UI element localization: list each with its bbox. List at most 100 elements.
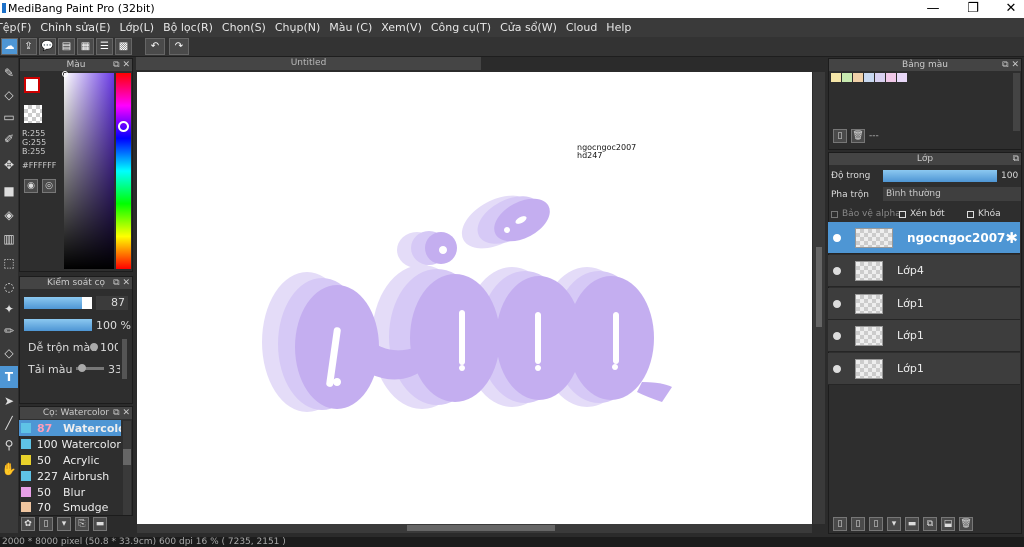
- palette-add-icon[interactable]: ◎: [42, 179, 56, 193]
- hand-tool-icon[interactable]: ✋: [0, 458, 18, 480]
- move-tool-icon[interactable]: ✥: [0, 154, 18, 176]
- magic-wand-icon[interactable]: ✦: [0, 298, 18, 320]
- grid-icon[interactable]: ▩: [115, 38, 132, 55]
- visibility-eye-icon[interactable]: [833, 364, 841, 373]
- foreground-color-swatch[interactable]: [24, 77, 40, 93]
- menu-tools[interactable]: Công cụ(T): [431, 21, 491, 34]
- palette-icon[interactable]: ◉: [24, 179, 38, 193]
- new-layer-icon[interactable]: ▯: [833, 517, 847, 531]
- menu-file[interactable]: Tệp(F): [0, 21, 31, 34]
- lock-checkbox[interactable]: [967, 210, 974, 218]
- mix-slider-handle[interactable]: [90, 343, 98, 351]
- delete-layer-icon[interactable]: 🗑: [959, 517, 973, 531]
- menu-edit[interactable]: Chỉnh sửa(E): [40, 21, 110, 34]
- new-brush-icon[interactable]: ▯: [39, 517, 53, 531]
- palette-swatch[interactable]: [897, 73, 907, 82]
- palette-scrollbar[interactable]: [1013, 73, 1020, 131]
- rectangle-tool-icon[interactable]: ▭: [0, 106, 18, 128]
- palette-swatch[interactable]: [864, 73, 874, 82]
- panel-list-icon[interactable]: ☰: [96, 38, 113, 55]
- fill-rect-tool-icon[interactable]: ■: [0, 180, 18, 202]
- brush-size-handle[interactable]: [82, 297, 92, 309]
- palette-swatch[interactable]: [853, 73, 863, 82]
- panel-close-icon[interactable]: ⧉ ✕: [113, 277, 130, 289]
- hue-slider-handle[interactable]: [118, 121, 129, 132]
- panel-close-icon[interactable]: ⧉: [1013, 153, 1019, 165]
- brush-item-smudge[interactable]: 70 Smudge: [19, 500, 121, 514]
- palette-swatch[interactable]: [875, 73, 885, 82]
- eyedropper-icon[interactable]: ⚲: [0, 434, 18, 456]
- visibility-eye-icon[interactable]: [833, 233, 841, 242]
- palette-swatch[interactable]: [886, 73, 896, 82]
- text-tool-icon[interactable]: T: [0, 366, 18, 388]
- menu-window[interactable]: Cửa sổ(W): [500, 21, 557, 34]
- brush-size-value[interactable]: 87: [96, 296, 128, 310]
- brush-settings-icon[interactable]: ✿: [21, 517, 35, 531]
- menu-select[interactable]: Chọn(S): [222, 21, 266, 34]
- brush-item-blur[interactable]: 50 Blur: [19, 484, 121, 500]
- layer-row-lop1[interactable]: Lớp1: [828, 288, 1020, 320]
- brush-folder-icon[interactable]: ▬: [93, 517, 107, 531]
- page-icon[interactable]: ▦: [77, 38, 94, 55]
- visibility-eye-icon[interactable]: [833, 299, 841, 308]
- new-palette-icon[interactable]: ▯: [833, 129, 847, 143]
- operation-tool-icon[interactable]: ➤: [0, 390, 18, 412]
- brush-opacity-slider[interactable]: [24, 319, 92, 331]
- maximize-button[interactable]: ❐: [958, 0, 988, 18]
- brush-item-watercolor-2[interactable]: 100Watercolor (: [19, 436, 121, 452]
- menu-help[interactable]: Help: [606, 21, 631, 34]
- brush-control-scrollbar[interactable]: [122, 339, 127, 379]
- close-button[interactable]: ✕: [996, 0, 1024, 18]
- panel-close-icon[interactable]: ⧉ ✕: [1002, 59, 1019, 71]
- duplicate-layer-icon[interactable]: ⧉: [923, 517, 937, 531]
- canvas-vertical-scrollbar[interactable]: [813, 72, 825, 524]
- visibility-eye-icon[interactable]: [833, 266, 841, 275]
- brush-item-watercolor[interactable]: 87Watercolor: [19, 420, 121, 436]
- delete-palette-icon[interactable]: 🗑: [851, 129, 865, 143]
- undo-icon[interactable]: ↶: [145, 38, 165, 55]
- new-8bit-layer-icon[interactable]: ▯: [869, 517, 883, 531]
- canvas-horizontal-scrollbar[interactable]: [137, 524, 812, 533]
- layer-settings-gear-icon[interactable]: ✱: [1005, 229, 1018, 247]
- load-slider-handle[interactable]: [78, 364, 86, 372]
- menu-layer[interactable]: Lớp(L): [120, 21, 155, 34]
- panel-close-icon[interactable]: ⧉ ✕: [113, 407, 130, 419]
- comment-icon[interactable]: ▤: [58, 38, 75, 55]
- palette-swatch[interactable]: [831, 73, 841, 82]
- select-eraser-icon[interactable]: ◇: [0, 342, 18, 364]
- pen-tool-icon[interactable]: ✐: [0, 128, 18, 150]
- eraser-tool-icon[interactable]: ◇: [0, 84, 18, 106]
- protect-alpha-checkbox[interactable]: [831, 210, 838, 218]
- menu-cloud[interactable]: Cloud: [566, 21, 597, 34]
- layer-row-lop4[interactable]: Lớp4: [828, 255, 1020, 287]
- layer-row-lop1-3[interactable]: Lớp1: [828, 353, 1020, 385]
- menu-color[interactable]: Màu (C): [329, 21, 372, 34]
- transparent-color-swatch[interactable]: [24, 105, 42, 123]
- blend-mode-select[interactable]: Bình thường: [883, 187, 1021, 201]
- copy-brush-icon[interactable]: ⎘: [75, 517, 89, 531]
- layer-folder-icon[interactable]: ▬: [905, 517, 919, 531]
- speech-bubble-icon[interactable]: 💬: [39, 38, 56, 55]
- lasso-icon[interactable]: ◌: [0, 276, 18, 298]
- layer-opacity-slider[interactable]: [883, 170, 997, 182]
- add-layer-menu-icon[interactable]: ▾: [887, 517, 901, 531]
- palette-swatch[interactable]: [842, 73, 852, 82]
- clipping-checkbox[interactable]: [899, 210, 906, 218]
- new-halftone-layer-icon[interactable]: ▯: [851, 517, 865, 531]
- drawing-canvas[interactable]: ngocngoc2007 hd247: [137, 72, 812, 524]
- hue-slider[interactable]: [116, 73, 131, 269]
- menu-filter[interactable]: Bộ lọc(R): [163, 21, 213, 34]
- add-brush-icon[interactable]: ▾: [57, 517, 71, 531]
- layer-row-lop1-2[interactable]: Lớp1: [828, 320, 1020, 352]
- panel-close-icon[interactable]: ⧉ ✕: [113, 59, 130, 71]
- select-pen-icon[interactable]: ✏: [0, 320, 18, 342]
- divide-tool-icon[interactable]: ╱: [0, 412, 18, 434]
- brush-item-airbrush[interactable]: 227 Airbrush: [19, 468, 121, 484]
- upload-icon[interactable]: ⇪: [20, 38, 37, 55]
- gradient-tool-icon[interactable]: ▥: [0, 228, 18, 250]
- brush-item-acrylic[interactable]: 50 Acrylic: [19, 452, 121, 468]
- menu-capture[interactable]: Chụp(N): [275, 21, 320, 34]
- brush-tool-icon[interactable]: ✎: [0, 62, 18, 84]
- saturation-value-picker[interactable]: [64, 73, 114, 269]
- bucket-tool-icon[interactable]: ◈: [0, 204, 18, 226]
